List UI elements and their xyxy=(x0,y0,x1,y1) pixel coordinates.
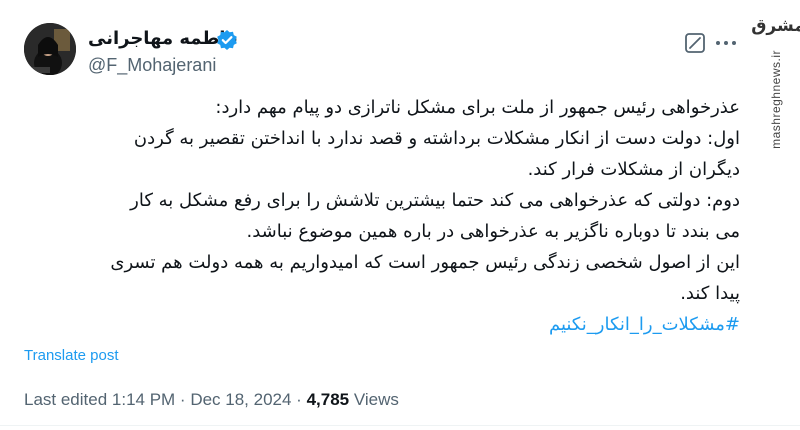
tweet-line: پیدا کند. xyxy=(680,283,740,304)
author-avatar[interactable] xyxy=(24,23,76,75)
tweet-line: دیگران از مشکلات فرار کند. xyxy=(527,159,740,180)
more-options-icon[interactable] xyxy=(714,32,738,54)
watermark-logo: مشرق xyxy=(751,16,800,36)
edited-timestamp[interactable]: Last edited 1:14 PM · Dec 18, 2024 · xyxy=(24,390,307,409)
tweet-line: عذرخواهی رئیس جمهور از ملت برای مشکل نات… xyxy=(215,97,740,118)
tweet-line: دوم: دولتی که عذرخواهی می کند حتما بیشتر… xyxy=(130,190,740,211)
more-dot xyxy=(716,41,720,45)
more-dot xyxy=(732,41,736,45)
verified-badge-icon xyxy=(217,30,237,50)
tweet-line: اول: دولت دست از انکار مشکلات برداشته و … xyxy=(133,128,740,149)
views-count: 4,785 xyxy=(306,390,350,409)
tweet-line: این از اصول شخصی زندگی رئیس جمهور است که… xyxy=(110,252,740,273)
tweet-card: فاطمه مهاجرانی @F_Mohajerani عذرخواهی رئ… xyxy=(0,0,800,430)
views-label: Views xyxy=(349,390,399,409)
hashtag-link[interactable]: #مشکلات_را_انکار_نکنیم xyxy=(22,309,740,340)
avatar-image xyxy=(24,23,76,75)
post-metadata: Last edited 1:14 PM · Dec 18, 2024 · 4,7… xyxy=(24,390,399,410)
author-handle[interactable]: @F_Mohajerani xyxy=(88,55,216,76)
watermark-site: mashreghnews.ir xyxy=(769,50,783,149)
more-dot xyxy=(724,41,728,45)
bottom-divider xyxy=(0,425,800,426)
tweet-line: می بندد تا دوباره ناگزیر به عذرخواهی در … xyxy=(246,221,740,242)
translate-post-link[interactable]: Translate post xyxy=(24,347,119,364)
grok-icon[interactable] xyxy=(684,32,706,54)
tweet-text: عذرخواهی رئیس جمهور از ملت برای مشکل نات… xyxy=(22,92,740,340)
